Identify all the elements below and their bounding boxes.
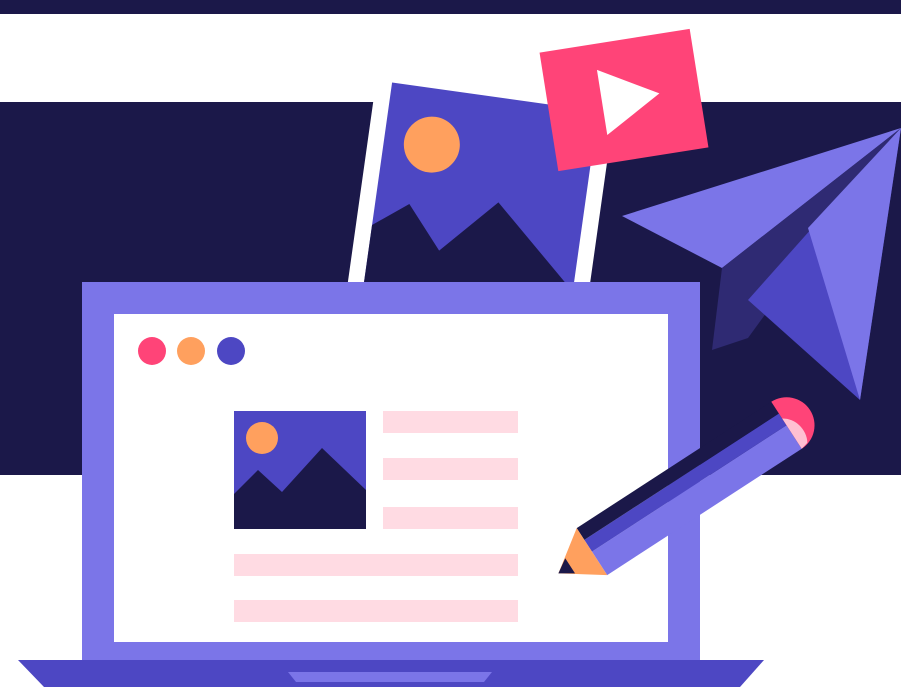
- text-line-wide: [234, 600, 518, 622]
- top-navy-band: [0, 0, 901, 14]
- window-dot-indigo: [217, 337, 245, 365]
- text-line-wide: [234, 554, 518, 576]
- play-video-icon: [539, 28, 709, 172]
- illustration-canvas: [0, 0, 901, 687]
- window-dot-orange: [177, 337, 205, 365]
- window-controls: [138, 337, 245, 365]
- text-line: [383, 458, 518, 480]
- text-line: [383, 507, 518, 529]
- text-line: [383, 411, 518, 433]
- illustration-scene: [0, 0, 901, 687]
- content-thumbnail: [234, 411, 366, 529]
- window-dot-red: [138, 337, 166, 365]
- laptop-trackpad-notch: [288, 672, 492, 682]
- thumbnail-sun-icon: [246, 422, 278, 454]
